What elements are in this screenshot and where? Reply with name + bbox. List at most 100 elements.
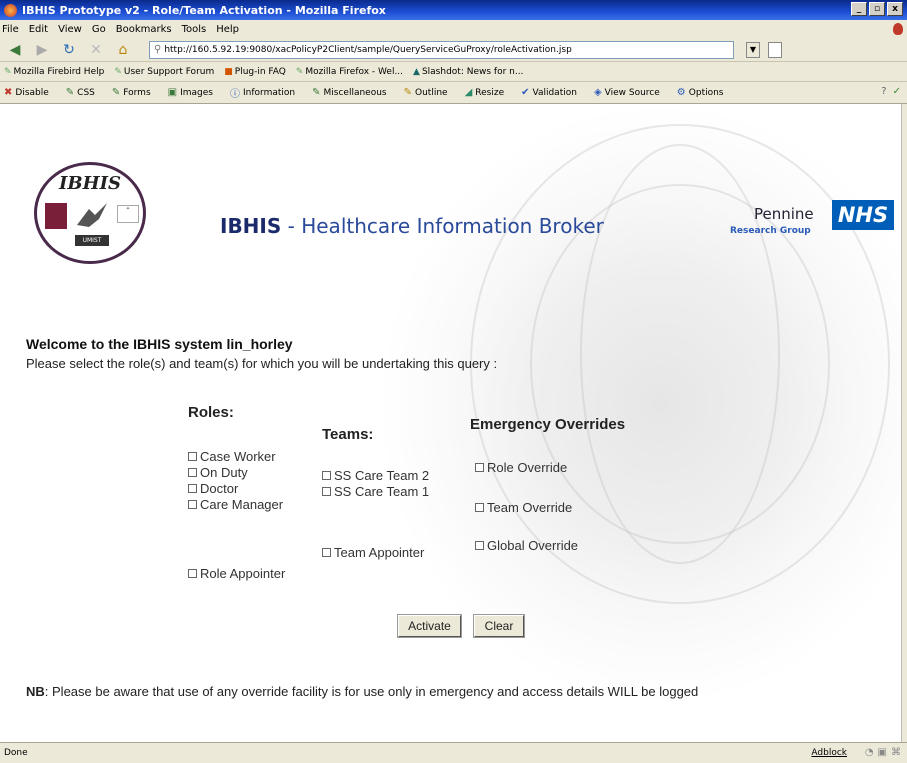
clear-button[interactable]: Clear: [473, 614, 525, 638]
ibhis-logo: IBHIS ✦ UMIST: [34, 162, 146, 264]
css-icon: ✎: [65, 87, 75, 98]
security-icon: ◔: [864, 747, 874, 758]
menu-tools[interactable]: Tools: [182, 24, 207, 35]
checkbox-icon[interactable]: [188, 484, 197, 493]
role-checkbox-doctor[interactable]: Doctor: [188, 481, 238, 496]
forms-icon: ✎: [111, 87, 121, 98]
close-button[interactable]: x: [887, 2, 903, 16]
stop-icon[interactable]: ✕: [85, 41, 107, 59]
plugin-icon: ■: [224, 66, 233, 77]
checkbox-icon[interactable]: [188, 500, 197, 509]
status-bar: Done Adblock ◔ ▣ ⌘: [0, 742, 907, 763]
note-prefix: NB: [26, 684, 45, 699]
dev-resize[interactable]: ◢ Resize: [465, 87, 505, 98]
dev-miscellaneous[interactable]: ✎ Miscellaneous: [312, 87, 387, 98]
checkbox-icon[interactable]: [322, 471, 331, 480]
lock-icon: ▣: [877, 747, 887, 758]
brand-subtitle: - Healthcare Information Broker: [281, 214, 604, 238]
url-dropdown-button[interactable]: ▼: [746, 41, 760, 58]
information-icon: ⓘ: [230, 89, 240, 100]
override-checkbox-team[interactable]: Team Override: [475, 500, 572, 515]
override-checkbox-role[interactable]: Role Override: [475, 460, 567, 475]
dev-forms[interactable]: ✎ Forms: [112, 87, 151, 98]
back-icon[interactable]: ◀: [4, 41, 26, 59]
team-checkbox-ss-care-team-2[interactable]: SS Care Team 2: [322, 468, 429, 483]
images-icon: ▣: [167, 87, 178, 98]
slashdot-icon: ▲: [413, 66, 420, 77]
bookmark-item[interactable]: ✎ User Support Forum: [114, 67, 214, 77]
umist-badge: UMIST: [75, 235, 109, 246]
menu-help[interactable]: Help: [216, 24, 239, 35]
adblock-link[interactable]: Adblock: [811, 748, 847, 758]
window-title: IBHIS Prototype v2 - Role/Team Activatio…: [22, 3, 386, 17]
web-developer-toolbar: ✖ Disable ✎ CSS ✎ Forms ▣ Images ⓘ Informatio…: [0, 82, 907, 104]
bookmark-icon: ✎: [4, 66, 12, 77]
check-icon[interactable]: ✓: [893, 86, 901, 97]
menu-go[interactable]: Go: [92, 24, 106, 35]
minimize-button[interactable]: _: [851, 2, 867, 16]
checkbox-icon[interactable]: [188, 569, 197, 578]
window-titlebar: IBHIS Prototype v2 - Role/Team Activatio…: [0, 0, 907, 20]
extension-icon: ⌘: [891, 747, 901, 758]
reload-icon[interactable]: ↻: [58, 41, 80, 59]
forward-icon[interactable]: ▶: [31, 41, 53, 59]
home-icon[interactable]: ⌂: [112, 41, 134, 59]
bookmark-item[interactable]: ✎ Mozilla Firefox - Wel...: [296, 67, 403, 77]
research-group-text: Research Group: [730, 226, 811, 236]
status-icons: ◔ ▣ ⌘: [865, 747, 901, 758]
checkbox-icon[interactable]: [188, 468, 197, 477]
bookmark-item[interactable]: ▲ Slashdot: News for n...: [413, 67, 523, 77]
dev-outline[interactable]: ✎ Outline: [404, 87, 448, 98]
navigation-toolbar: ◀ ▶ ↻ ✕ ⌂ ⚲ http://160.5.92.19:9080/xacP…: [0, 38, 907, 62]
roles-heading: Roles:: [188, 404, 234, 421]
bookmark-item[interactable]: ✎ Mozilla Firebird Help: [4, 67, 104, 77]
brand-name: IBHIS: [220, 214, 282, 238]
checkbox-icon[interactable]: [188, 452, 197, 461]
role-checkbox-care-manager[interactable]: Care Manager: [188, 497, 283, 512]
options-icon: ⚙: [676, 87, 686, 98]
team-checkbox-team-appointer[interactable]: Team Appointer: [322, 545, 424, 560]
search-box[interactable]: [768, 41, 782, 58]
team-checkbox-ss-care-team-1[interactable]: SS Care Team 1: [322, 484, 429, 499]
checkbox-icon[interactable]: [475, 503, 484, 512]
window-controls: _ ▫ x: [851, 2, 903, 16]
bird-icon: [77, 203, 107, 227]
bookmark-icon: ✎: [114, 66, 122, 77]
pennine-text: Pennine: [754, 205, 814, 223]
checkbox-icon[interactable]: [322, 487, 331, 496]
dev-css[interactable]: ✎ CSS: [66, 87, 95, 98]
activate-button[interactable]: Activate: [397, 614, 462, 638]
disable-icon: ✖: [4, 87, 13, 98]
dev-view-source[interactable]: ◈ View Source: [594, 87, 660, 98]
dev-validation[interactable]: ✔ Validation: [521, 87, 577, 98]
role-checkbox-case-worker[interactable]: Case Worker: [188, 449, 276, 464]
dev-options[interactable]: ⚙ Options: [677, 87, 724, 98]
teams-heading: Teams:: [322, 426, 374, 443]
keele-crest-icon: ✦: [117, 205, 139, 223]
maximize-button[interactable]: ▫: [869, 2, 885, 16]
menu-bookmarks[interactable]: Bookmarks: [116, 24, 172, 35]
checkbox-icon[interactable]: [475, 463, 484, 472]
bookmark-icon: ✎: [295, 66, 304, 77]
page-title: IBHIS - Healthcare Information Broker: [220, 214, 604, 238]
url-bar[interactable]: ⚲ http://160.5.92.19:9080/xacPolicyP2Cli…: [149, 40, 734, 59]
dev-images[interactable]: ▣ Images: [168, 87, 213, 98]
override-checkbox-global[interactable]: Global Override: [475, 538, 578, 553]
nhs-logo: NHS: [832, 200, 894, 230]
dev-disable[interactable]: ✖ Disable: [4, 87, 49, 98]
instruction-text: Please select the role(s) and team(s) fo…: [26, 356, 498, 371]
help-icon[interactable]: ?: [881, 86, 886, 97]
menu-view[interactable]: View: [58, 24, 82, 35]
logo-text: IBHIS: [58, 173, 122, 194]
dev-status-icons: ? ✓: [881, 86, 901, 97]
role-checkbox-on-duty[interactable]: On Duty: [188, 465, 248, 480]
menu-file[interactable]: File: [2, 24, 19, 35]
checkbox-icon[interactable]: [322, 548, 331, 557]
role-checkbox-role-appointer[interactable]: Role Appointer: [188, 566, 285, 581]
bookmark-item[interactable]: ■ Plug-in FAQ: [224, 67, 286, 77]
menu-edit[interactable]: Edit: [29, 24, 48, 35]
miscellaneous-icon: ✎: [312, 87, 321, 98]
dev-information[interactable]: ⓘ Information: [230, 85, 295, 101]
checkbox-icon[interactable]: [475, 541, 484, 550]
vertical-scrollbar[interactable]: [901, 104, 907, 742]
